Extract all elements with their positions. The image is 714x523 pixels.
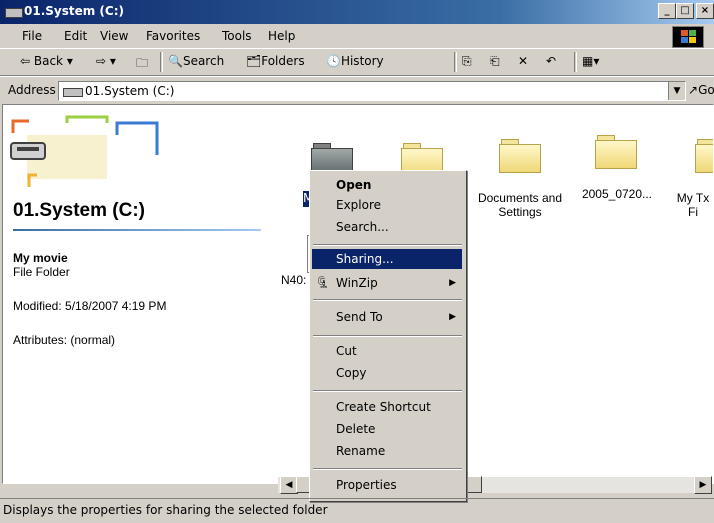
label: Copy — [336, 366, 367, 380]
address-bar: Address 01.System (C:) ▼ ↗Go — [0, 76, 714, 103]
modified-date: Modified: 5/18/2007 4:19 PM — [13, 299, 167, 313]
menu-item-sharing[interactable]: Sharing... — [312, 249, 462, 269]
web-view-pane: 01.System (C:) My movie File Folder Modi… — [3, 105, 273, 483]
status-bar: Displays the properties for sharing the … — [0, 498, 714, 523]
search-label: Search — [182, 54, 225, 68]
menu-item-search[interactable]: Search... — [312, 217, 462, 237]
menu-item-send-to[interactable]: Send To ▶ — [312, 307, 462, 327]
title-bar[interactable]: 01.System (C:) _ □ × — [0, 0, 714, 24]
menu-favorites[interactable]: Favorites — [146, 29, 200, 43]
menu-view[interactable]: View — [100, 29, 128, 43]
menu-help[interactable]: Help — [268, 29, 295, 43]
address-label: Address — [8, 83, 56, 97]
delete-icon[interactable]: ✕ — [518, 54, 528, 68]
folder-label[interactable]: My Tx Fi — [671, 191, 713, 219]
menu-item-copy[interactable]: Copy — [312, 363, 462, 383]
folders-label: Folders — [261, 54, 305, 68]
up-folder-icon[interactable]: 🗀 — [136, 54, 148, 75]
selected-item-name: My movie — [13, 251, 68, 265]
menu-bar: File Edit View Favorites Tools Help — [0, 24, 714, 49]
undo-icon[interactable]: ↶ — [546, 54, 556, 68]
folder-icon[interactable] — [695, 139, 713, 173]
menu-item-explore[interactable]: Explore — [312, 195, 462, 215]
label: Open — [336, 178, 372, 192]
menu-item-open[interactable]: Open — [312, 175, 462, 195]
label: Sharing... — [336, 252, 394, 266]
label: Explore — [336, 198, 382, 212]
label: Properties — [336, 478, 397, 492]
views-button[interactable]: ▦▾ — [582, 54, 599, 68]
menu-item-winzip[interactable]: 🗜 WinZip ▶ — [312, 273, 462, 293]
menu-item-delete[interactable]: Delete — [312, 419, 462, 439]
label: Send To — [336, 310, 383, 324]
label: Cut — [336, 344, 357, 358]
back-label: Back — [33, 54, 64, 68]
go-label: Go — [698, 83, 714, 97]
submenu-arrow-icon: ▶ — [449, 278, 456, 288]
move-to-icon[interactable]: ⎘ — [462, 54, 472, 69]
label: Delete — [336, 422, 376, 436]
label: Search... — [336, 220, 389, 234]
menu-edit[interactable]: Edit — [64, 29, 87, 43]
menu-item-properties[interactable]: Properties — [312, 475, 462, 495]
drive-icon — [5, 8, 23, 18]
label: Rename — [336, 444, 386, 458]
file-label[interactable]: N40: — [281, 273, 306, 287]
context-menu: Open Explore Search... Sharing... 🗜 WinZ… — [309, 170, 467, 502]
menu-item-rename[interactable]: Rename — [312, 441, 462, 461]
title-underline — [13, 229, 261, 231]
go-button[interactable]: ↗Go — [688, 83, 714, 97]
address-field[interactable]: 01.System (C:) ▼ — [58, 81, 686, 101]
folder-icon[interactable] — [595, 135, 637, 169]
minimize-button[interactable]: _ — [658, 3, 676, 19]
copy-to-icon[interactable]: ⎗ — [490, 54, 500, 69]
window-title: 01.System (C:) — [24, 4, 124, 18]
folder-icon[interactable] — [499, 139, 541, 173]
close-button[interactable]: × — [696, 3, 714, 19]
scroll-right-button[interactable]: ▶ — [694, 476, 712, 494]
address-dropdown-button[interactable]: ▼ — [668, 82, 685, 100]
search-button[interactable]: 🔍Search — [168, 54, 224, 68]
drive-icon — [63, 88, 83, 97]
attributes: Attributes: (normal) — [13, 333, 116, 347]
menu-file[interactable]: File — [22, 29, 42, 43]
selected-item-type: File Folder — [13, 265, 70, 279]
history-label: History — [340, 54, 384, 68]
toolbar: ⇦ Back ▾ ⇨ ▾ 🗀 🔍Search 🗂Folders 🕓History… — [0, 49, 714, 76]
history-button[interactable]: 🕓History — [326, 54, 384, 68]
back-button[interactable]: ⇦ Back ▾ — [20, 54, 73, 68]
address-value: 01.System (C:) — [85, 84, 175, 98]
maximize-button[interactable]: □ — [676, 3, 694, 19]
label: Create Shortcut — [336, 400, 431, 414]
windows-logo-icon — [672, 26, 704, 48]
folders-button[interactable]: 🗂Folders — [246, 54, 305, 68]
menu-item-cut[interactable]: Cut — [312, 341, 462, 361]
folder-label[interactable]: 2005_0720... — [571, 187, 663, 201]
forward-button[interactable]: ⇨ ▾ — [96, 54, 116, 68]
banner-graphic — [10, 115, 159, 187]
menu-tools[interactable]: Tools — [222, 29, 252, 43]
folder-label[interactable]: Documents and Settings — [475, 191, 565, 219]
status-text: Displays the properties for sharing the … — [3, 503, 328, 517]
menu-item-create-shortcut[interactable]: Create Shortcut — [312, 397, 462, 417]
label: WinZip — [336, 276, 378, 290]
winzip-icon: 🗜 — [316, 276, 330, 289]
drive-title: 01.System (C:) — [13, 200, 145, 221]
submenu-arrow-icon: ▶ — [449, 312, 456, 322]
